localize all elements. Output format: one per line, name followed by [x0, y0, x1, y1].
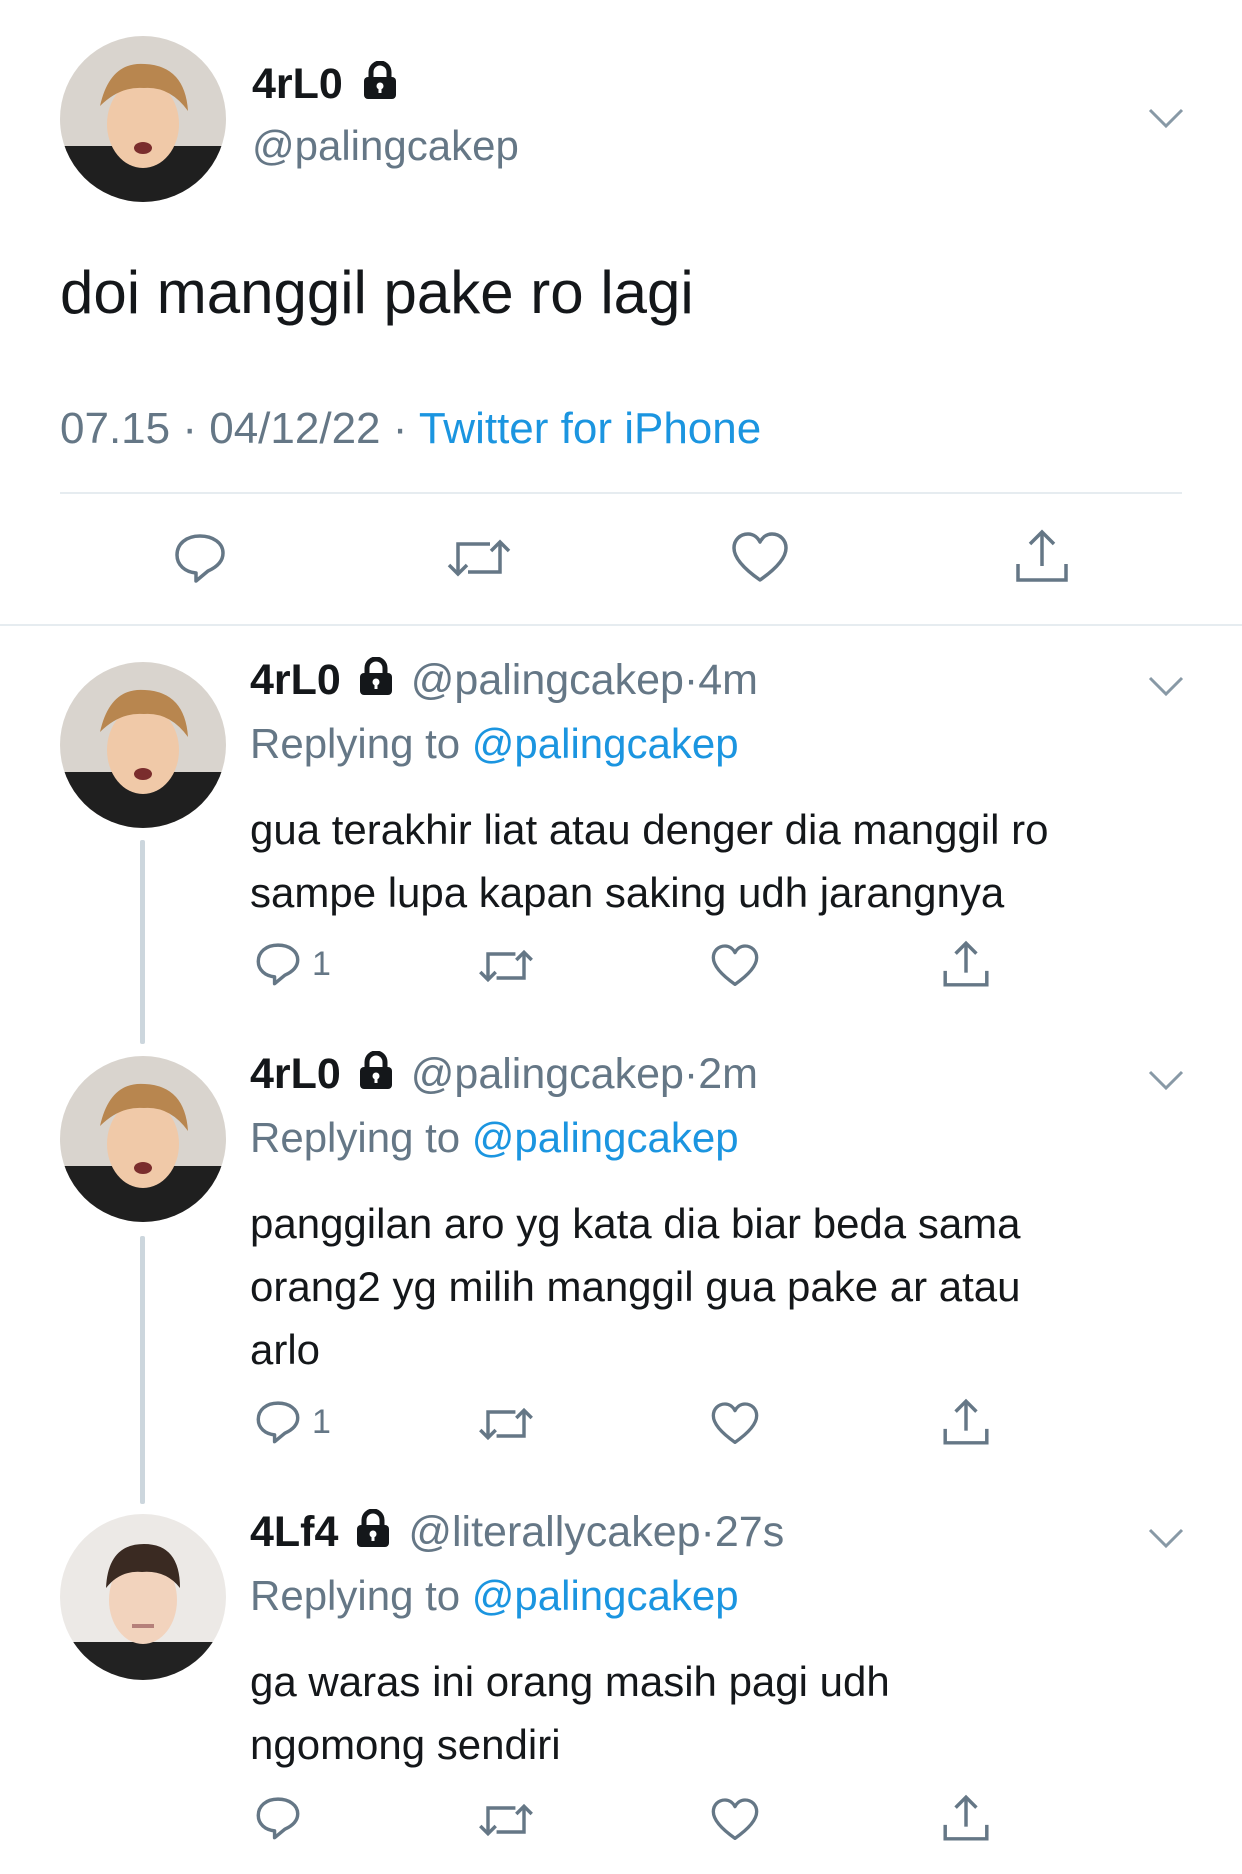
tweet-meta: 07.15 · 04/12/22 · Twitter for iPhone — [60, 404, 761, 454]
reply-icon — [256, 1401, 300, 1444]
reply-header: 4Lf4 @literallycakep·27s — [250, 1508, 784, 1560]
share-icon — [943, 940, 989, 987]
reply-button[interactable] — [172, 530, 228, 586]
tweet-text-line: panggilan aro yg kata dia biar beda sama — [250, 1200, 1021, 1247]
tweet-date: 04/12/22 — [209, 404, 381, 453]
meta-separator: · — [700, 1508, 715, 1556]
chevron-down-icon[interactable] — [1146, 672, 1186, 700]
meta-separator: · — [392, 404, 408, 453]
like-button[interactable] — [730, 530, 790, 586]
chevron-down-icon[interactable] — [1146, 1066, 1186, 1094]
avatar[interactable] — [60, 36, 226, 202]
tweet-text-line: orang2 yg milih manggil gua pake ar atau — [250, 1263, 1021, 1310]
share-icon — [943, 1398, 989, 1445]
tweet-text: panggilan aro yg kata dia biar beda sama… — [250, 1192, 1021, 1381]
retweet-icon — [479, 949, 533, 983]
like-icon — [711, 944, 759, 986]
tweet-source-link[interactable]: Twitter for iPhone — [419, 404, 761, 453]
share-icon — [943, 1794, 989, 1841]
handle[interactable]: @palingcakep — [411, 1050, 684, 1098]
tweet-text-line: ga waras ini orang masih pagi udh — [250, 1658, 890, 1705]
replying-to: Replying to @palingcakep — [250, 1114, 739, 1162]
avatar[interactable] — [60, 662, 226, 828]
reply-header: 4rL0 @palingcakep·2m — [250, 1050, 758, 1102]
reply-button[interactable]: 1 — [254, 940, 331, 988]
display-name[interactable]: 4rL0 — [252, 60, 343, 108]
tweet-text-line: gua terakhir liat atau denger dia manggi… — [250, 806, 1049, 853]
retweet-icon — [479, 1407, 533, 1441]
meta-separator: · — [683, 1050, 699, 1098]
thread-line — [140, 840, 145, 1044]
handle[interactable]: @palingcakep — [411, 656, 684, 704]
reply-icon — [256, 1797, 300, 1840]
tweet-age: 27s — [714, 1508, 785, 1556]
lock-icon — [357, 1050, 395, 1102]
display-name[interactable]: 4rL0 — [250, 1050, 341, 1098]
replying-prefix: Replying to — [250, 1114, 461, 1161]
replying-prefix: Replying to — [250, 720, 461, 767]
replying-to: Replying to @palingcakep — [250, 720, 739, 768]
reply-header: 4rL0 @palingcakep·4m — [250, 656, 758, 708]
reply-button[interactable]: 1 — [254, 1398, 331, 1446]
tweet-text-line: arlo — [250, 1326, 321, 1373]
retweet-icon — [447, 539, 511, 577]
reply-button[interactable] — [254, 1794, 302, 1842]
handle[interactable]: @literallycakep — [408, 1508, 700, 1556]
thread-line — [140, 1236, 145, 1504]
reply-count: 1 — [312, 944, 331, 983]
replying-to-link[interactable]: @palingcakep — [472, 720, 739, 767]
like-icon — [711, 1798, 759, 1841]
display-name[interactable]: 4Lf4 — [250, 1508, 338, 1556]
share-button[interactable] — [1012, 526, 1072, 586]
like-button[interactable] — [710, 942, 760, 990]
reply-count: 1 — [312, 1402, 331, 1441]
avatar[interactable] — [60, 1514, 226, 1680]
like-button[interactable] — [710, 1400, 760, 1448]
share-button[interactable] — [940, 938, 992, 990]
tweet-text-line: ngomong sendiri — [250, 1721, 561, 1768]
replying-to-link[interactable]: @palingcakep — [472, 1114, 739, 1161]
retweet-icon — [479, 1803, 533, 1837]
tweet-text: ga waras ini orang masih pagi udh ngomon… — [250, 1650, 890, 1776]
share-icon — [1016, 529, 1068, 582]
like-icon — [711, 1402, 759, 1445]
display-name[interactable]: 4rL0 — [250, 656, 341, 704]
chevron-down-icon[interactable] — [1146, 1524, 1186, 1552]
handle[interactable]: @palingcakep — [252, 122, 519, 170]
tweet-text: doi manggil pake ro lagi — [60, 259, 694, 326]
tweet-time: 07.15 — [60, 404, 171, 453]
tweet-age: 2m — [698, 1050, 758, 1098]
replying-prefix: Replying to — [250, 1572, 461, 1619]
retweet-button[interactable] — [476, 1796, 536, 1844]
retweet-button[interactable] — [444, 530, 514, 586]
lock-icon — [357, 656, 395, 708]
tweet-text: gua terakhir liat atau denger dia manggi… — [250, 798, 1049, 924]
tweet-age: 4m — [698, 656, 758, 704]
retweet-button[interactable] — [476, 942, 536, 990]
share-button[interactable] — [940, 1396, 992, 1448]
share-button[interactable] — [940, 1792, 992, 1844]
meta-separator: · — [683, 656, 699, 704]
reply-icon — [256, 943, 300, 986]
avatar[interactable] — [60, 1056, 226, 1222]
lock-icon — [354, 1508, 392, 1560]
like-icon — [732, 532, 788, 582]
reply-icon — [175, 534, 225, 583]
replying-to-link[interactable]: @palingcakep — [472, 1572, 739, 1619]
chevron-down-icon[interactable] — [1146, 104, 1186, 132]
divider — [60, 492, 1182, 494]
section-divider — [0, 624, 1242, 626]
meta-separator: · — [182, 404, 197, 453]
lock-icon — [361, 60, 399, 112]
tweet-text-line: sampe lupa kapan saking udh jarangnya — [250, 869, 1005, 916]
retweet-button[interactable] — [476, 1400, 536, 1448]
like-button[interactable] — [710, 1796, 760, 1844]
replying-to: Replying to @palingcakep — [250, 1572, 739, 1620]
